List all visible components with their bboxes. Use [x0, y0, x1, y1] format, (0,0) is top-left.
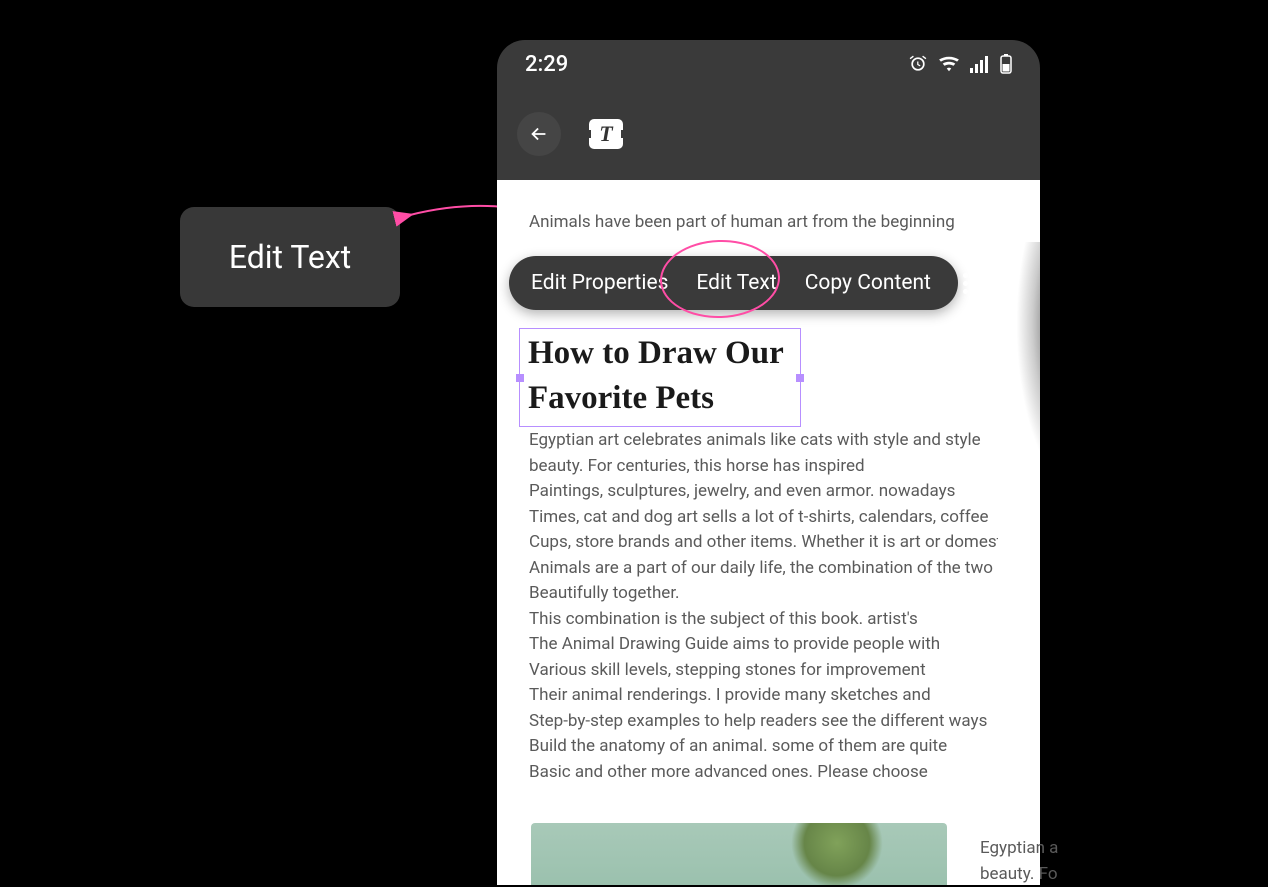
- back-button[interactable]: [517, 112, 561, 156]
- body-line: Beautifully together.: [529, 581, 998, 607]
- body-line: Their animal renderings. I provide many …: [529, 683, 998, 709]
- next-page-image: [1005, 242, 1040, 520]
- body-line: Build the anatomy of an animal. some of …: [529, 734, 998, 760]
- menu-copy-content[interactable]: Copy Content: [805, 271, 931, 295]
- body-line: Times, cat and dog art sells a lot of t-…: [529, 505, 998, 531]
- menu-edit-text[interactable]: Edit Text: [696, 271, 776, 295]
- body-line: Basic and other more advanced ones. Plea…: [529, 760, 998, 786]
- menu-more-button[interactable]: [959, 269, 972, 298]
- signal-icon: [970, 55, 990, 73]
- phone-frame: 2:29 T Animals have been part of human a…: [497, 40, 1040, 885]
- document-canvas[interactable]: Animals have been part of human art from…: [497, 180, 1040, 885]
- document-image: [531, 823, 947, 885]
- back-arrow-icon: [528, 123, 550, 145]
- alarm-icon: [908, 54, 928, 74]
- status-bar: 2:29: [497, 40, 1040, 88]
- wifi-icon: [938, 55, 960, 73]
- text-tool-glyph: T: [599, 121, 612, 147]
- intro-text: Animals have been part of human art from…: [529, 212, 1008, 232]
- image-plant-detail: [787, 823, 887, 885]
- body-line: Egyptian art celebrates animals like cat…: [529, 428, 998, 454]
- next-page-peek[interactable]: [1005, 242, 1040, 784]
- next-page-text: Egyptian a beauty. Fo: [980, 836, 1058, 887]
- body-line: Animals are a part of our daily life, th…: [529, 556, 998, 582]
- status-icons: [908, 54, 1012, 74]
- selected-text-box[interactable]: How to Draw Our Favorite Pets: [519, 328, 801, 427]
- battery-icon: [1000, 54, 1012, 74]
- app-bar: T: [497, 88, 1040, 180]
- status-time: 2:29: [525, 52, 568, 77]
- body-line: Paintings, sculptures, jewelry, and even…: [529, 479, 998, 505]
- text-tool-button[interactable]: T: [589, 119, 623, 149]
- callout-tooltip: Edit Text: [180, 207, 400, 307]
- document-body: Egyptian art celebrates animals like cat…: [529, 428, 998, 785]
- selection-handle-right[interactable]: [796, 374, 804, 382]
- body-line: Cups, store brands and other items. Whet…: [529, 530, 998, 556]
- context-menu: Edit Properties Edit Text Copy Content: [509, 256, 958, 310]
- body-line: Step-by-step examples to help readers se…: [529, 709, 998, 735]
- body-line: beauty. For centuries, this horse has in…: [529, 454, 998, 480]
- selection-handle-left[interactable]: [516, 374, 524, 382]
- document-title: How to Draw Our Favorite Pets: [528, 331, 792, 420]
- body-line: The Animal Drawing Guide aims to provide…: [529, 632, 998, 658]
- body-line: This combination is the subject of this …: [529, 607, 998, 633]
- menu-edit-properties[interactable]: Edit Properties: [531, 271, 668, 295]
- body-line: Various skill levels, stepping stones fo…: [529, 658, 998, 684]
- callout-label: Edit Text: [229, 238, 351, 276]
